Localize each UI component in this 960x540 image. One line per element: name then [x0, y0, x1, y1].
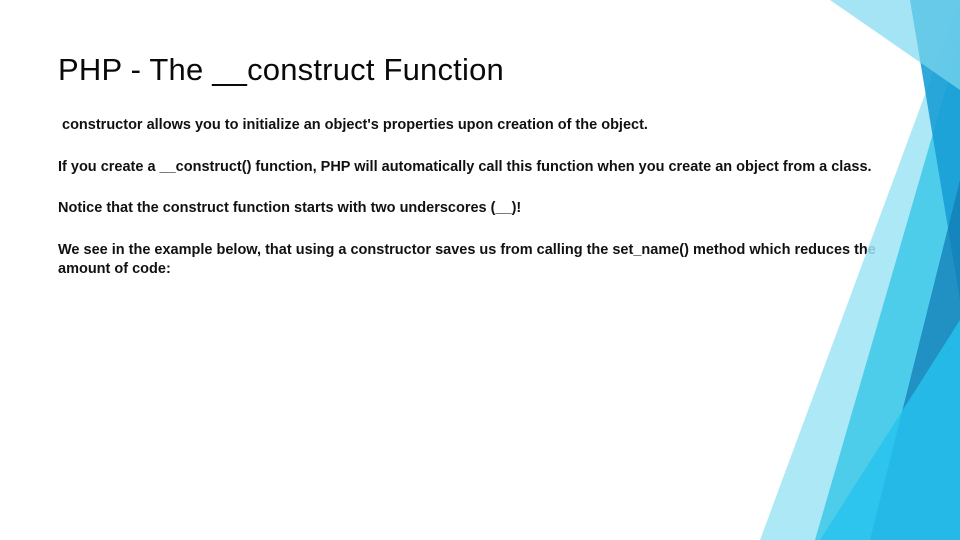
- slide: PHP - The __construct Function construct…: [0, 0, 960, 540]
- slide-title: PHP - The __construct Function: [58, 52, 890, 88]
- paragraph-2: If you create a __construct() function, …: [58, 158, 890, 178]
- content-area: PHP - The __construct Function construct…: [58, 52, 890, 302]
- paragraph-4: We see in the example below, that using …: [58, 241, 890, 280]
- paragraph-1: constructor allows you to initialize an …: [62, 116, 890, 136]
- paragraph-3: Notice that the construct function start…: [58, 199, 890, 219]
